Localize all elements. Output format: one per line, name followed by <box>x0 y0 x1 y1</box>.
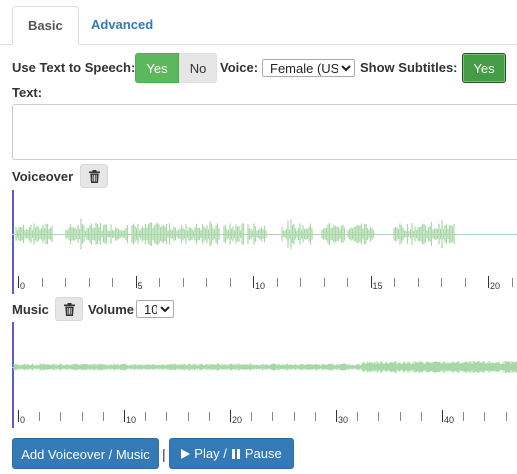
timeline-minor-tick <box>511 278 513 287</box>
timeline-label: 20 <box>490 281 501 291</box>
timeline-minor-tick <box>484 412 486 421</box>
timeline-major-tick <box>336 410 337 422</box>
timeline-minor-tick <box>276 278 278 287</box>
timeline-minor-tick <box>323 278 325 287</box>
timeline-label: 0 <box>20 281 26 291</box>
timeline-minor-tick <box>65 278 66 287</box>
voiceover-waveform <box>15 218 455 250</box>
timeline-minor-tick <box>420 412 422 421</box>
tab-advanced[interactable]: Advanced <box>76 6 168 44</box>
subtitles-yes-toggle[interactable]: Yes <box>462 53 506 83</box>
timeline-major-tick <box>370 276 372 288</box>
timeline-minor-tick <box>206 278 207 287</box>
timeline-minor-tick <box>145 412 147 421</box>
tab-basic[interactable]: Basic <box>12 6 79 45</box>
trash-icon <box>63 302 75 316</box>
timeline-minor-tick <box>272 412 274 421</box>
timeline-minor-tick <box>41 278 43 287</box>
timeline-label: 30 <box>338 415 349 425</box>
timeline-minor-tick <box>229 278 231 287</box>
timeline-minor-tick <box>88 278 90 287</box>
voiceover-delete-button[interactable] <box>80 164 108 188</box>
timeline-minor-tick <box>208 412 210 421</box>
timeline-label: 10 <box>126 415 137 425</box>
tab-bar: Basic Advanced <box>0 0 517 45</box>
timeline-minor-tick <box>394 278 395 287</box>
timeline-minor-tick <box>505 412 507 421</box>
voiceover-track[interactable]: 0 5 10 15 20 <box>12 190 517 294</box>
text-input[interactable] <box>12 104 517 160</box>
timeline-major-tick <box>135 276 137 288</box>
button-separator: | <box>162 446 166 462</box>
music-waveform <box>13 361 517 373</box>
timeline-label: 5 <box>137 281 143 291</box>
timeline-minor-tick <box>60 412 62 421</box>
play-pause-button[interactable]: Play / Pause <box>169 438 294 469</box>
timeline-minor-tick <box>112 278 113 287</box>
subtitles-label: Show Subtitles: <box>360 60 458 75</box>
timeline-minor-tick <box>159 278 160 287</box>
timeline-major-tick <box>230 410 231 422</box>
timeline-minor-tick <box>293 412 295 421</box>
timeline-label: 15 <box>372 281 383 291</box>
volume-select[interactable]: 10 <box>136 300 174 318</box>
timeline-minor-tick <box>464 278 466 287</box>
timeline-minor-tick <box>39 412 41 421</box>
timeline-minor-tick <box>166 412 168 421</box>
timeline-minor-tick <box>187 412 189 421</box>
timeline-major-tick <box>18 410 19 422</box>
timeline-label: 10 <box>255 281 266 291</box>
music-label: Music <box>12 302 49 317</box>
timeline-minor-tick <box>357 412 359 421</box>
play-pause-label-play: Play / <box>194 446 227 461</box>
timeline-label: 20 <box>232 415 243 425</box>
trash-icon <box>88 169 100 183</box>
timeline-minor-tick <box>441 278 442 287</box>
voiceover-label: Voiceover <box>12 169 74 184</box>
pause-icon <box>231 448 240 459</box>
voice-select[interactable]: Female (US) <box>262 59 355 77</box>
play-icon <box>181 448 191 459</box>
timeline-minor-tick <box>347 278 348 287</box>
play-pause-label-pause: Pause <box>244 446 282 461</box>
timeline-label: 0 <box>20 415 26 425</box>
tts-yes-toggle[interactable]: Yes <box>135 53 179 83</box>
timeline-minor-tick <box>314 412 316 421</box>
tts-label: Use Text to Speech: <box>12 60 136 75</box>
volume-label: Volume <box>88 302 134 317</box>
voice-label: Voice: <box>220 60 259 75</box>
timeline-minor-tick <box>378 412 380 421</box>
timeline-minor-tick <box>463 412 465 421</box>
add-voiceover-music-button[interactable]: Add Voiceover / Music <box>12 438 159 469</box>
timeline-minor-tick <box>300 278 301 287</box>
tts-no-toggle[interactable]: No <box>179 53 217 83</box>
timeline-minor-tick <box>102 412 104 421</box>
timeline-major-tick <box>18 276 19 288</box>
timeline-major-tick <box>442 410 443 422</box>
timeline-label: 40 <box>444 415 455 425</box>
timeline-minor-tick <box>182 278 184 287</box>
music-delete-button[interactable] <box>55 297 83 321</box>
timeline-major-tick <box>124 410 125 422</box>
text-label: Text: <box>12 85 43 100</box>
timeline-minor-tick <box>251 412 253 421</box>
timeline-major-tick <box>488 276 489 288</box>
music-track[interactable]: 0 10 20 30 40 <box>12 322 517 428</box>
timeline-minor-tick <box>417 278 419 287</box>
timeline-major-tick <box>253 276 254 288</box>
timeline-minor-tick <box>399 412 401 421</box>
timeline-minor-tick <box>81 412 83 421</box>
